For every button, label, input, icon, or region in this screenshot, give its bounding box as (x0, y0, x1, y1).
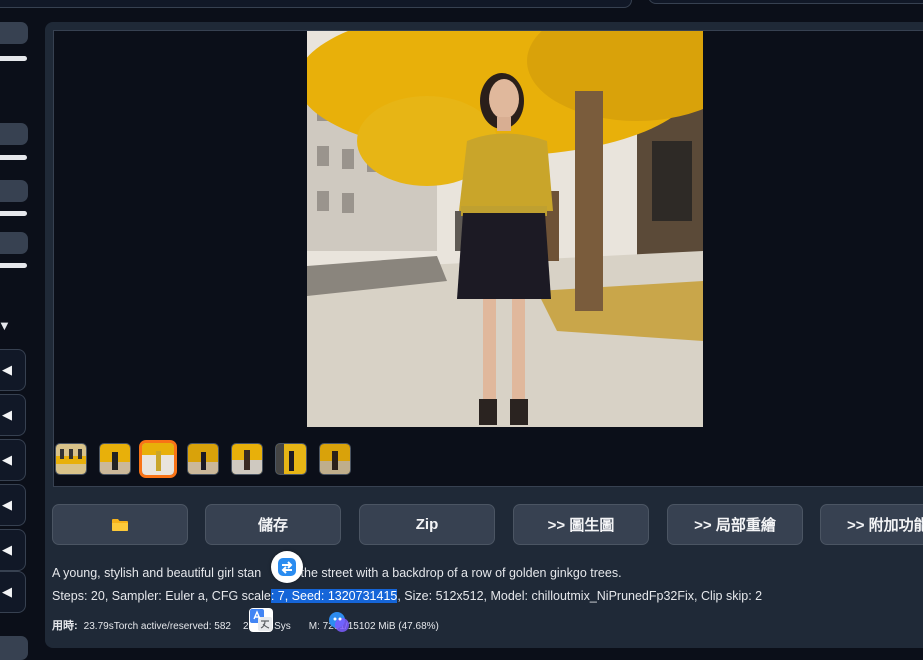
slider-track[interactable] (0, 263, 27, 268)
thumbnail-image (276, 444, 306, 474)
slider-value-box[interactable] (0, 232, 28, 254)
swap-arrows-glyph (278, 558, 296, 576)
performance-info: 用時:23.79sTorch active/reserved: 5822 MiB… (52, 617, 439, 633)
ai-assistant-icon[interactable] (328, 611, 350, 633)
thumbnail-image (320, 444, 350, 474)
google-translate-glyph (250, 609, 272, 631)
google-translate-icon[interactable] (249, 608, 273, 632)
accordion-expand-button[interactable]: ◀ (0, 529, 26, 571)
prompt-text-start: A young, stylish and beautiful girl stan (52, 566, 262, 580)
accordion-expand-button[interactable]: ◀ (0, 349, 26, 391)
triangle-left-icon: ◀ (2, 452, 12, 467)
thumbnail-image-selected[interactable] (139, 440, 177, 478)
ai-assistant-glyph (329, 612, 349, 632)
open-folder-button[interactable] (52, 504, 188, 545)
triangle-left-icon: ◀ (2, 497, 12, 512)
thumbnail-image-7[interactable] (319, 443, 351, 475)
zip-button[interactable]: Zip (359, 504, 495, 545)
slider-value-box[interactable] (0, 180, 28, 202)
thumbnail-image (100, 444, 130, 474)
selected-text[interactable]: : 7, Seed: 1320731415 (270, 589, 398, 603)
triangle-left-icon: ◀ (2, 362, 12, 377)
triangle-down-icon[interactable]: ▼ (0, 318, 11, 333)
thumbnail-image (232, 444, 262, 474)
slider-track[interactable] (0, 56, 27, 61)
generation-prompt: A young, stylish and beautiful girl stan… (52, 566, 622, 580)
folder-icon (112, 518, 128, 531)
thumbnail-image (142, 443, 174, 475)
thumbnail-grid[interactable] (55, 443, 87, 475)
top-input-bar[interactable] (0, 0, 632, 8)
slider-value-box[interactable] (0, 123, 28, 145)
generated-image-illustration (307, 31, 703, 427)
thumbnail-image-6[interactable] (275, 443, 307, 475)
thumbnail-image (188, 444, 218, 474)
accordion-expand-button[interactable]: ◀ (0, 439, 26, 481)
slider-track[interactable] (0, 155, 27, 160)
accordion-expand-button[interactable]: ◀ (0, 394, 26, 436)
thumbnail-image-2[interactable] (99, 443, 131, 475)
triangle-left-icon: ◀ (2, 407, 12, 422)
time-label: 用時: (52, 620, 78, 632)
send-to-img2img-button[interactable]: >> 圖生圖 (513, 504, 649, 545)
params-text-end: , Size: 512x512, Model: chilloutmix_NiPr… (397, 589, 763, 603)
accordion-expand-button[interactable]: ◀ (0, 484, 26, 526)
prompt-text-end: on the street with a backdrop of a row o… (283, 566, 622, 580)
triangle-left-icon: ◀ (2, 542, 12, 557)
send-to-extras-button[interactable]: >> 附加功能 (820, 504, 923, 545)
left-bottom-box[interactable] (0, 636, 28, 660)
generated-image[interactable] (307, 31, 703, 427)
slider-track[interactable] (0, 211, 27, 216)
thumbnail-image-5[interactable] (231, 443, 263, 475)
thumbnail-image-4[interactable] (187, 443, 219, 475)
left-settings-column: ▼ ◀ ◀ ◀ ◀ ◀ ◀ (0, 0, 30, 660)
generation-parameters: Steps: 20, Sampler: Euler a, CFG scale: … (52, 589, 762, 603)
accordion-expand-button[interactable]: ◀ (0, 571, 26, 613)
thumbnail-image (56, 444, 86, 474)
top-input-bar-right[interactable] (648, 0, 923, 4)
send-to-inpaint-button[interactable]: >> 局部重繪 (667, 504, 803, 545)
params-text-start: Steps: 20, Sampler: Euler a, CFG scale (52, 589, 271, 603)
time-text-start: 23.79sTorch active/reserved: 582 (83, 621, 231, 632)
save-button[interactable]: 儲存 (205, 504, 341, 545)
translate-swap-icon[interactable] (271, 551, 303, 583)
slider-value-box[interactable] (0, 22, 28, 44)
triangle-left-icon: ◀ (2, 584, 12, 599)
